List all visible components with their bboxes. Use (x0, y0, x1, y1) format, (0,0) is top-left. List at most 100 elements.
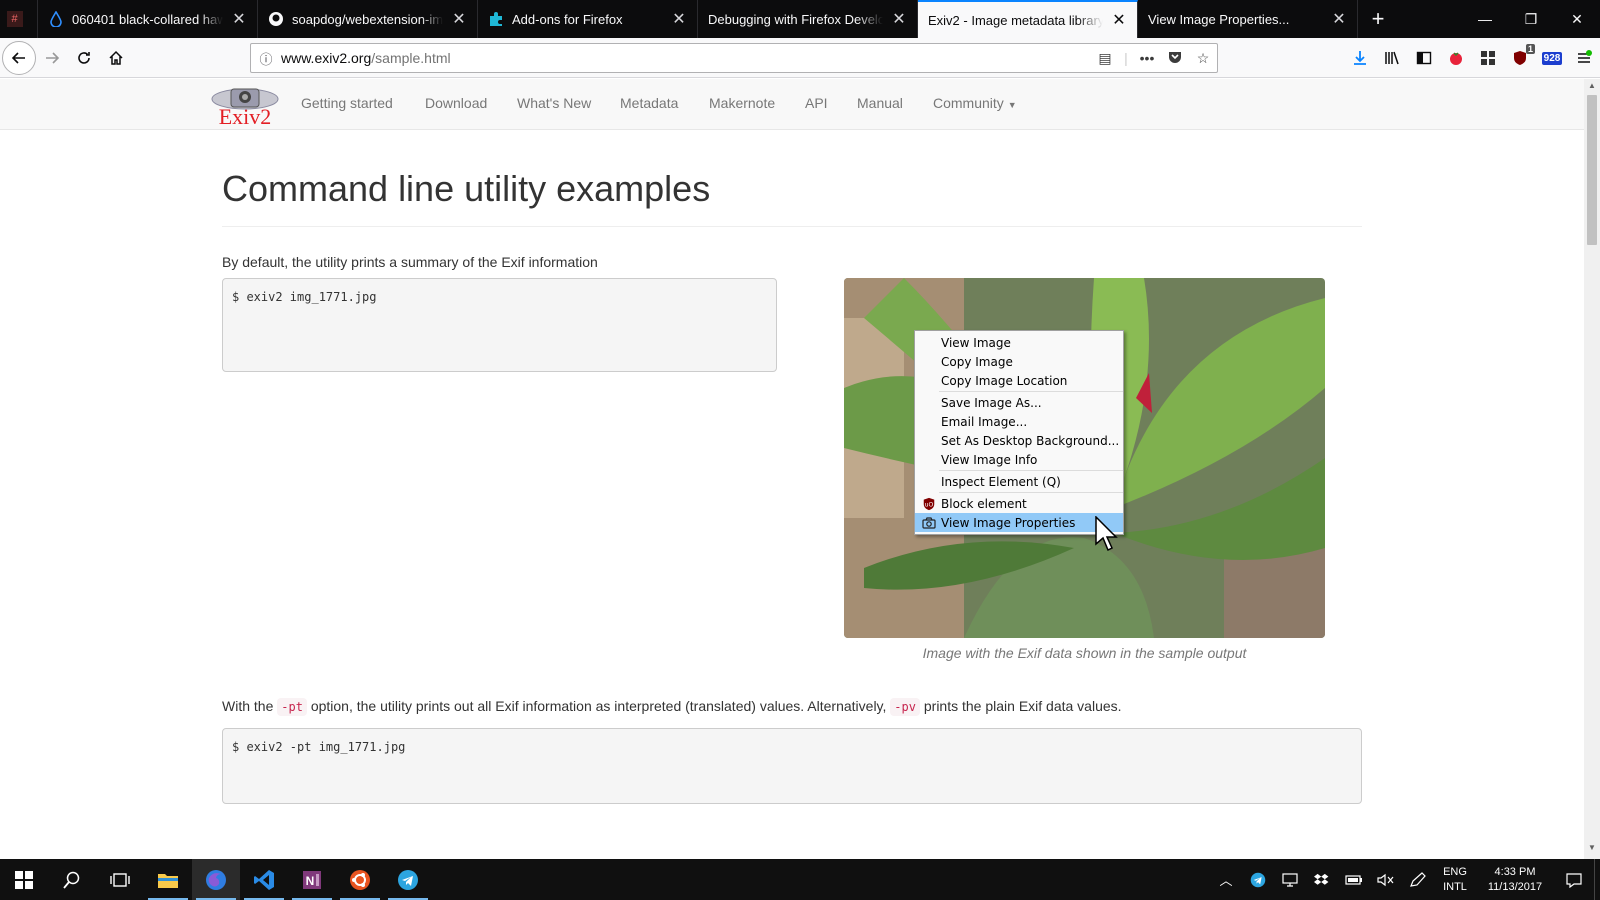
start-windows-icon[interactable] (0, 859, 48, 900)
file-explorer-icon[interactable] (144, 859, 192, 900)
menu-view-image-properties[interactable]: View Image Properties (915, 513, 1123, 532)
speaker-muted-icon[interactable] (1370, 859, 1402, 900)
tab-github[interactable]: soapdog/webextension-image ✕ (258, 0, 478, 38)
reload-button[interactable] (68, 42, 100, 74)
menu-view-image-info[interactable]: View Image Info (915, 450, 1123, 469)
scroll-down-icon[interactable]: ▼ (1584, 843, 1600, 857)
ubuntu-icon[interactable] (336, 859, 384, 900)
vscode-icon[interactable] (240, 859, 288, 900)
url-bar[interactable]: ⓘ www.exiv2.org/sample.html ▤ | ••• ☆ (250, 43, 1218, 73)
close-icon[interactable]: ✕ (449, 9, 469, 29)
tab-hawk[interactable]: 060401 black-collared hawk 1a ✕ (38, 0, 258, 38)
dropbox-icon[interactable] (1306, 859, 1338, 900)
bookmark-star-icon[interactable]: ☆ (1189, 50, 1217, 67)
tab-exiv2[interactable]: Exiv2 - Image metadata library and t ✕ (918, 0, 1138, 38)
page-viewport: Exiv2 Getting started Download What's Ne… (0, 79, 1584, 859)
nav-makernote[interactable]: Makernote (709, 95, 775, 111)
vertical-scrollbar[interactable]: ▲ ▼ (1584, 79, 1600, 859)
nav-whats-new[interactable]: What's New (517, 95, 591, 111)
options-paragraph: With the -pt option, the utility prints … (222, 698, 1122, 716)
ublock-icon[interactable]: 1 (1504, 42, 1536, 74)
network-icon[interactable] (1274, 859, 1306, 900)
more-actions-icon[interactable]: ••• (1133, 50, 1161, 66)
tomato-timer-icon[interactable] (1440, 42, 1472, 74)
tab-strip: # 060401 black-collared hawk 1a ✕ soapdo… (0, 0, 1600, 38)
battery-icon[interactable] (1338, 859, 1370, 900)
apps-grid-icon[interactable] (1472, 42, 1504, 74)
input-language[interactable]: ENG INTL (1434, 865, 1476, 895)
tab-addons[interactable]: Add-ons for Firefox ✕ (478, 0, 698, 38)
menu-copy-image[interactable]: Copy Image (915, 352, 1123, 371)
menu-block-element[interactable]: uO Block element (915, 494, 1123, 513)
menu-label: Block element (941, 496, 1027, 511)
tab-title: 060401 black-collared hawk 1a (72, 11, 223, 27)
nav-api[interactable]: API (805, 95, 828, 111)
close-icon[interactable]: ✕ (669, 9, 689, 29)
close-icon[interactable]: ✕ (889, 9, 909, 29)
context-menu: View Image Copy Image Copy Image Locatio… (914, 330, 1124, 535)
sidebar-icon[interactable] (1408, 42, 1440, 74)
menu-label: View Image Info (941, 452, 1038, 467)
download-icon[interactable] (1344, 42, 1376, 74)
onenote-icon[interactable]: N (288, 859, 336, 900)
restore-icon[interactable]: ❐ (1508, 0, 1554, 38)
nav-community[interactable]: Community ▼ (933, 95, 1017, 111)
reader-view-icon[interactable]: ▤ (1091, 50, 1119, 67)
info-icon[interactable]: ⓘ (251, 49, 281, 68)
pen-ink-icon[interactable] (1402, 859, 1434, 900)
menu-view-image[interactable]: View Image (915, 333, 1123, 352)
menu-label: Copy Image Location (941, 373, 1068, 388)
forward-button[interactable] (36, 42, 68, 74)
tab-debugging[interactable]: Debugging with Firefox Developer T ✕ (698, 0, 918, 38)
counter-extension-icon[interactable]: 928 (1536, 42, 1568, 74)
library-icon[interactable] (1376, 42, 1408, 74)
menu-inspect-element[interactable]: Inspect Element (Q) (915, 472, 1123, 491)
menu-save-image-as[interactable]: Save Image As... (915, 393, 1123, 412)
caret-down-icon: ▼ (1007, 100, 1017, 110)
navigation-toolbar: ⓘ www.exiv2.org/sample.html ▤ | ••• ☆ 1 … (0, 38, 1600, 78)
close-icon[interactable]: ✕ (229, 9, 249, 29)
show-desktop-button[interactable] (1594, 859, 1600, 900)
menu-copy-image-location[interactable]: Copy Image Location (915, 371, 1123, 390)
close-window-icon[interactable]: ✕ (1554, 0, 1600, 38)
code-block-pt[interactable]: $ exiv2 -pt img_1771.jpg (222, 728, 1362, 804)
nav-metadata[interactable]: Metadata (620, 95, 678, 111)
scroll-up-icon[interactable]: ▲ (1584, 81, 1600, 95)
pocket-icon[interactable] (1161, 50, 1189, 67)
clock[interactable]: 4:33 PM 11/13/2017 (1476, 865, 1554, 895)
close-icon[interactable]: ✕ (1109, 10, 1129, 30)
home-button[interactable] (100, 42, 132, 74)
clock-time: 4:33 PM (1494, 865, 1536, 878)
notifications-icon[interactable] (1554, 859, 1594, 900)
task-view-icon[interactable] (96, 859, 144, 900)
menu-hamburger-icon[interactable] (1568, 42, 1600, 74)
scroll-thumb[interactable] (1587, 95, 1597, 245)
back-button[interactable] (2, 40, 36, 75)
minimize-icon[interactable]: — (1462, 0, 1508, 38)
home-icon (109, 50, 123, 65)
exiv2-logo[interactable]: Exiv2 (209, 83, 281, 129)
search-icon[interactable] (48, 859, 96, 900)
new-tab-button[interactable]: + (1358, 0, 1398, 38)
menu-label: Inspect Element (Q) (941, 474, 1061, 489)
nav-download[interactable]: Download (425, 95, 487, 111)
menu-label: View Image (941, 335, 1011, 350)
chevron-up-icon[interactable]: ︿ (1210, 859, 1242, 900)
tab-view-image-properties[interactable]: View Image Properties... ✕ (1138, 0, 1358, 38)
puzzle-icon (488, 11, 504, 27)
menu-separator (939, 391, 1123, 392)
ublock-icon: uO (921, 496, 937, 512)
url-host: www.exiv2.org (281, 50, 372, 66)
telegram-icon[interactable] (384, 859, 432, 900)
code-block-summary[interactable]: $ exiv2 img_1771.jpg (222, 278, 777, 372)
firefox-dev-icon[interactable] (192, 859, 240, 900)
nav-getting-started[interactable]: Getting started (301, 95, 393, 111)
tab-pinned[interactable]: # (0, 0, 38, 38)
menu-set-desktop-background[interactable]: Set As Desktop Background... (915, 431, 1123, 450)
menu-label: Save Image As... (941, 395, 1042, 410)
menu-email-image[interactable]: Email Image... (915, 412, 1123, 431)
telegram-tray-icon[interactable] (1242, 859, 1274, 900)
nav-manual[interactable]: Manual (857, 95, 903, 111)
close-icon[interactable]: ✕ (1329, 9, 1349, 29)
toolbar-extensions: 1 928 (1344, 38, 1600, 78)
